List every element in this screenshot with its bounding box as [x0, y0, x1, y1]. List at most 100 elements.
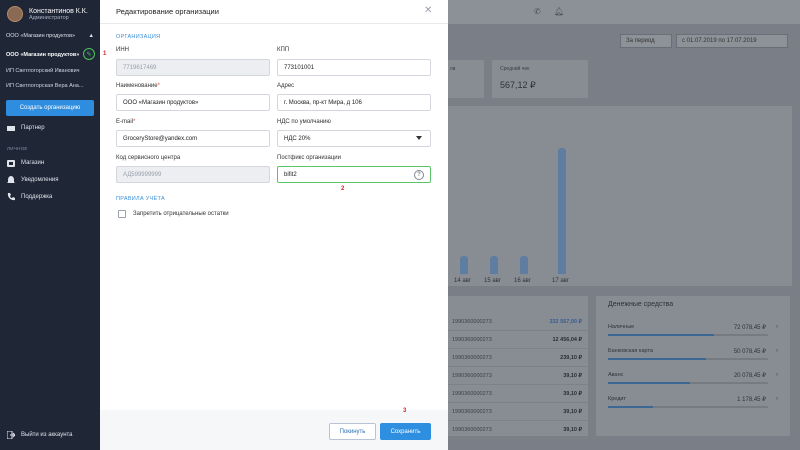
sidebar-item-support[interactable]: Поддержка [7, 193, 52, 201]
date-range: с 01.07.2019 по 17.07.2019 [676, 34, 788, 48]
money-label: Наличные [608, 324, 635, 330]
account-number: 1990360000273 [452, 373, 492, 379]
inn-field: 7719617469 [116, 59, 270, 76]
org-switcher[interactable]: ООО «Магазин продуктов» ▲ [6, 33, 94, 39]
chart-x-label: 17 авг [552, 278, 570, 284]
logout-button[interactable]: Выйти из аккаунта [7, 431, 73, 439]
section-rules: ПРАВИЛА УЧЁТА [116, 196, 165, 202]
amount: 39,10 ₽ [563, 373, 582, 379]
annotation-marker-2: 2 [341, 186, 345, 192]
checkbox[interactable] [118, 210, 126, 218]
address-field[interactable]: г. Москва, пр-кт Мира, д 106 [277, 94, 431, 111]
progress-fill [608, 406, 653, 408]
save-button[interactable]: Сохранить [380, 423, 431, 440]
email-field[interactable]: GroceryStore@yandex.com [116, 130, 270, 147]
table-row: 1990360000273 39,10 ₽ [448, 368, 588, 385]
sales-chart: 14 авг 15 авг 16 авг 17 авг [448, 106, 792, 286]
progress-fill [608, 358, 706, 360]
kpi-label: Средний чек [500, 66, 530, 72]
partner-icon [7, 124, 15, 132]
money-label: Кредит [608, 396, 627, 402]
user-name: Константинов К.К. [29, 7, 88, 15]
money-row: Банковская карта 50 078,45 ₽ › [608, 348, 778, 366]
amount: 39,10 ₽ [563, 409, 582, 415]
chart-x-label: 14 авг [454, 278, 472, 284]
amount: 12 456,04 ₽ [552, 337, 583, 343]
dashboard-overlay: ✆ 🔔︎ За период с 01.07.2019 по 17.07.201… [448, 0, 800, 450]
money-row: Кредит 1 178,45 ₽ › [608, 396, 778, 414]
shop-icon [7, 159, 15, 167]
progress-fill [608, 382, 690, 384]
sidebar-item-label: Уведомления [21, 177, 59, 183]
divider [100, 23, 448, 24]
progress-fill [608, 334, 714, 336]
sidebar-item-label: Поддержка [21, 194, 53, 200]
sidebar: Константинов К.К. Администратор ООО «Маг… [0, 0, 100, 450]
vat-select[interactable]: НДС 20% [277, 130, 431, 147]
account-number: 1990360000273 [452, 355, 492, 361]
sidebar-item-notifications[interactable]: Уведомления [7, 176, 59, 184]
edit-org-modal: Редактирование организации ✕ ОРГАНИЗАЦИЯ… [100, 0, 448, 450]
chevron-right-icon: › [776, 324, 778, 330]
address-label: Адрес [277, 83, 295, 89]
edit-icon[interactable]: ✎ [83, 48, 95, 60]
logout-icon [7, 431, 15, 439]
phone-icon [7, 193, 15, 201]
money-label: Банковская карта [608, 348, 653, 354]
org-item-1[interactable]: ИП Светлогорский Иванович [6, 64, 96, 78]
account-number: 1990360000273 [452, 319, 492, 325]
chart-bar [460, 256, 468, 274]
chart-bar [520, 256, 528, 274]
inn-label: ИНН [116, 47, 129, 53]
section-personal: ЛИЧНОЕ [7, 146, 28, 151]
account-number: 1990360000273 [452, 409, 492, 415]
leave-button[interactable]: Покинуть [329, 423, 376, 440]
chevron-right-icon: › [776, 348, 778, 354]
modal-title: Редактирование организации [116, 7, 219, 16]
money-title: Денежные средства [608, 301, 674, 308]
org-item-2[interactable]: ИП Светлогорская Вера Ана... [6, 79, 96, 93]
sidebar-item-shop[interactable]: Магазин [7, 159, 44, 167]
name-field[interactable]: ООО «Магазин продуктов» [116, 94, 270, 111]
kpi-label: ов [450, 66, 456, 72]
service-field: АД599999999 [116, 166, 270, 183]
sidebar-item-label: Магазин [21, 160, 45, 166]
postfix-field[interactable]: bifit2 ? [277, 166, 431, 183]
amount: 239,10 ₽ [560, 355, 582, 361]
avatar [7, 6, 23, 22]
forbid-negative-checkbox[interactable]: Запретить отрицательные остатки [118, 210, 229, 218]
amount: 332 567,00 ₽ [549, 319, 582, 325]
postfix-value: bifit2 [284, 171, 297, 178]
sidebar-item-label: Партнер [21, 125, 45, 131]
annotation-marker-3: 3 [403, 408, 407, 414]
amount: 39,10 ₽ [563, 391, 582, 397]
user-role: Администратор [29, 14, 69, 21]
table-row: 1990360000273 332 567,00 ₽ [448, 314, 588, 331]
table-row: 1990360000273 12 456,04 ₽ [448, 332, 588, 349]
dashboard-topbar [448, 0, 800, 24]
sidebar-item-partner[interactable]: Партнер [7, 124, 45, 132]
kpi-value: 567,12 ₽ [500, 80, 536, 90]
amount: 39,10 ₽ [563, 427, 582, 433]
create-org-button[interactable]: Создать организацию [6, 100, 94, 116]
transactions-table: 1990360000273 332 567,00 ₽ 1990360000273 12… [448, 296, 588, 439]
account-number: 1990360000273 [452, 391, 492, 397]
close-icon[interactable]: ✕ [424, 5, 432, 16]
kpp-label: КПП [277, 47, 290, 53]
table-row: 1990360000273 39,10 ₽ [448, 404, 588, 421]
chevron-right-icon: › [776, 372, 778, 378]
chart-bar [558, 148, 566, 274]
vat-value: НДС 20% [284, 135, 311, 142]
chart-bar [490, 256, 498, 274]
table-row: 1990360000273 39,10 ₽ [448, 422, 588, 439]
chart-x-label: 16 авг [514, 278, 532, 284]
chart-x-label: 15 авг [484, 278, 502, 284]
bell-icon [7, 176, 15, 184]
help-icon[interactable]: ? [414, 170, 424, 180]
user-profile[interactable]: Константинов К.К. Администратор [7, 6, 88, 22]
kpp-field[interactable]: 773101001 [277, 59, 431, 76]
money-value: 50 078,45 ₽ [733, 349, 766, 355]
account-number: 1990360000273 [452, 427, 492, 433]
chevron-down-icon [416, 136, 422, 140]
checkbox-label: Запретить отрицательные остатки [133, 211, 229, 217]
